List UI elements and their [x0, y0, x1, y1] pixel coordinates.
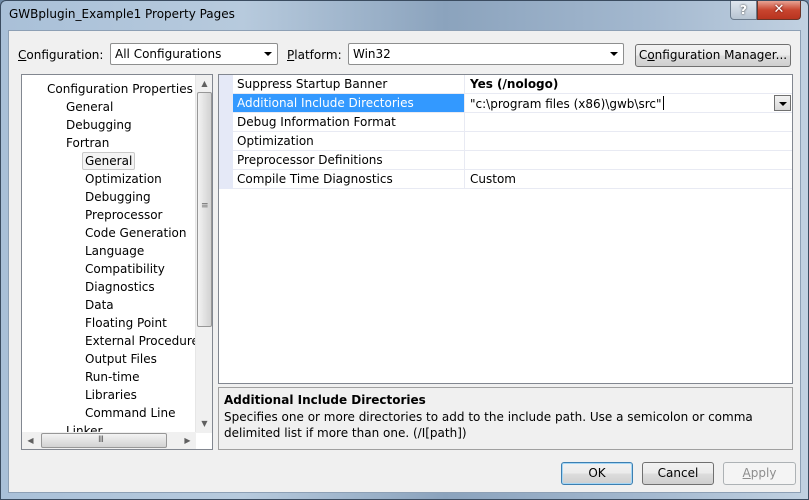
- property-grid: Suppress Startup Banner Yes (/nologo) Addi…: [218, 74, 793, 384]
- tree-item[interactable]: Debugging: [85, 188, 151, 206]
- property-row[interactable]: Compile Time Diagnostics Custom: [233, 170, 792, 189]
- tree-item[interactable]: Optimization: [85, 170, 162, 188]
- property-name[interactable]: Preprocessor Definitions: [233, 151, 465, 169]
- horizontal-scroll-thumb[interactable]: III: [41, 433, 167, 448]
- scroll-right-icon[interactable]: ▶: [179, 432, 196, 449]
- tree-item[interactable]: Data: [85, 296, 114, 314]
- tree-item[interactable]: Compatibility: [85, 260, 165, 278]
- apply-rest: pply: [750, 466, 777, 480]
- vertical-scroll-thumb[interactable]: ≡: [197, 92, 212, 327]
- platform-select[interactable]: Win32: [348, 43, 624, 65]
- ok-button[interactable]: OK: [561, 462, 633, 485]
- tree-item[interactable]: Run-time: [85, 368, 139, 386]
- property-value[interactable]: Custom: [466, 170, 792, 188]
- platform-label-text: latform:: [294, 48, 342, 62]
- help-icon: ?: [740, 3, 747, 17]
- tree-item[interactable]: Debugging: [66, 116, 132, 134]
- value-dropdown-button[interactable]: [774, 95, 791, 111]
- tree-item[interactable]: External Procedures: [85, 332, 205, 350]
- chevron-down-icon: [779, 102, 787, 106]
- window-title: GWBplugin_Example1 Property Pages: [9, 7, 235, 21]
- dialog-client: Configuration: All Configurations Platfo…: [8, 30, 801, 493]
- property-pages-window: GWBplugin_Example1 Property Pages ? ✕ Co…: [0, 0, 809, 500]
- property-tree: Configuration Properties General Debugging…: [21, 74, 213, 450]
- platform-label: Platform:: [287, 48, 342, 62]
- description-panel: Additional Include Directories Specifies…: [218, 387, 793, 450]
- tree-item[interactable]: General: [82, 152, 136, 170]
- configuration-value: All Configurations: [115, 47, 222, 61]
- property-value-input[interactable]: "c:\program files (x86)\gwb\src": [466, 94, 792, 112]
- apply-accel: A: [742, 466, 751, 480]
- grid-gutter: [219, 75, 233, 189]
- tree-item[interactable]: Code Generation: [85, 224, 186, 242]
- cm-rest: nfiguration Manager...: [654, 48, 788, 62]
- tree-item[interactable]: General: [66, 98, 113, 116]
- property-value[interactable]: [466, 132, 792, 150]
- close-button[interactable]: ✕: [757, 1, 801, 20]
- apply-button[interactable]: Apply: [723, 462, 796, 485]
- configuration-label: Configuration:: [18, 48, 103, 62]
- cancel-button[interactable]: Cancel: [642, 462, 714, 485]
- configuration-manager-button[interactable]: Configuration Manager...: [635, 44, 791, 67]
- scroll-down-icon[interactable]: ▼: [196, 415, 212, 432]
- property-value[interactable]: [466, 113, 792, 131]
- property-row[interactable]: Preprocessor Definitions: [233, 151, 792, 170]
- property-row[interactable]: Optimization: [233, 132, 792, 151]
- tree-item[interactable]: Floating Point: [85, 314, 167, 332]
- tree-vertical-scrollbar[interactable]: ▲ ≡ ▼: [195, 75, 212, 433]
- cm-accel: o: [647, 48, 655, 62]
- property-value[interactable]: [466, 151, 792, 169]
- text-caret: [662, 96, 664, 110]
- chevron-down-icon: [610, 52, 618, 56]
- property-name[interactable]: Additional Include Directories: [233, 94, 465, 112]
- property-value[interactable]: Yes (/nologo): [466, 75, 792, 93]
- property-value-text: "c:\program files (x86)\gwb\src": [470, 97, 662, 111]
- description-title: Additional Include Directories: [224, 393, 426, 407]
- property-name[interactable]: Debug Information Format: [233, 113, 465, 131]
- property-value-text: Yes (/nologo): [470, 77, 559, 91]
- chevron-down-icon: [264, 52, 272, 56]
- description-text: Specifies one or more directories to add…: [224, 410, 753, 440]
- platform-value: Win32: [353, 47, 391, 61]
- configuration-select[interactable]: All Configurations: [110, 43, 278, 65]
- tree-item[interactable]: Libraries: [85, 386, 137, 404]
- tree-item[interactable]: Output Files: [85, 350, 157, 368]
- property-value-text: Custom: [470, 172, 516, 186]
- property-row[interactable]: Debug Information Format: [233, 113, 792, 132]
- property-name[interactable]: Compile Time Diagnostics: [233, 170, 465, 188]
- tree-item[interactable]: Language: [85, 242, 144, 260]
- property-name[interactable]: Optimization: [233, 132, 465, 150]
- help-button[interactable]: ?: [730, 1, 757, 20]
- grip-icon: ≡: [201, 201, 208, 211]
- close-icon: ✕: [773, 2, 785, 17]
- tree-item[interactable]: Command Line: [85, 404, 176, 422]
- tree-item[interactable]: Configuration Properties: [47, 80, 193, 98]
- tree-item[interactable]: Diagnostics: [85, 278, 155, 296]
- caption-buttons: ? ✕: [730, 1, 801, 20]
- scroll-up-icon[interactable]: ▲: [196, 75, 212, 92]
- scroll-left-icon[interactable]: ◀: [22, 432, 39, 449]
- grip-icon: III: [98, 435, 104, 445]
- property-name[interactable]: Suppress Startup Banner: [233, 75, 465, 93]
- tree-item[interactable]: Fortran: [66, 134, 109, 152]
- configuration-label-text: onfiguration:: [26, 48, 104, 62]
- tree-item[interactable]: Preprocessor: [85, 206, 162, 224]
- property-row[interactable]: Suppress Startup Banner Yes (/nologo): [233, 75, 792, 94]
- property-row[interactable]: Additional Include Directories "c:\progra…: [233, 94, 792, 113]
- tree-horizontal-scrollbar[interactable]: ◀ III ▶: [22, 432, 196, 449]
